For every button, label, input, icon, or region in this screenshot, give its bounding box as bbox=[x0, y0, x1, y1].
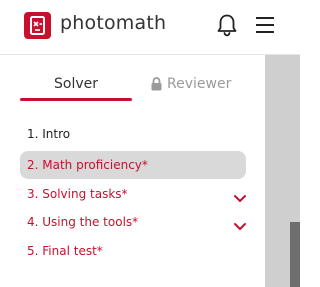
tab-reviewer[interactable]: Reviewer bbox=[150, 74, 260, 94]
page: photomath Solver Reviewer 1. Intro 2. Ma… bbox=[0, 0, 300, 287]
header-divider bbox=[0, 54, 300, 55]
photomath-logo-icon[interactable] bbox=[24, 12, 51, 39]
outline-item-math-proficiency[interactable]: 2. Math proficiency* bbox=[20, 151, 246, 179]
hamburger-menu-icon[interactable] bbox=[255, 16, 275, 34]
tab-reviewer-label: Reviewer bbox=[167, 76, 232, 92]
app-header: photomath bbox=[0, 0, 300, 54]
brand-name[interactable]: photomath bbox=[60, 8, 166, 38]
lock-icon bbox=[150, 77, 163, 91]
outline-item-using-the-tools[interactable]: 4. Using the tools* bbox=[20, 208, 246, 236]
outline-item-intro[interactable]: 1. Intro bbox=[20, 120, 246, 148]
tab-solver[interactable]: Solver bbox=[20, 74, 132, 94]
outline-item-final-test[interactable]: 5. Final test* bbox=[20, 237, 246, 265]
outline-item-solving-tasks[interactable]: 3. Solving tasks* bbox=[20, 180, 246, 208]
chevron-down-icon[interactable] bbox=[233, 217, 247, 230]
bell-icon[interactable] bbox=[216, 13, 238, 37]
active-tab-indicator bbox=[20, 98, 132, 101]
scrollbar-thumb[interactable] bbox=[290, 222, 300, 287]
chevron-down-icon[interactable] bbox=[233, 189, 247, 202]
